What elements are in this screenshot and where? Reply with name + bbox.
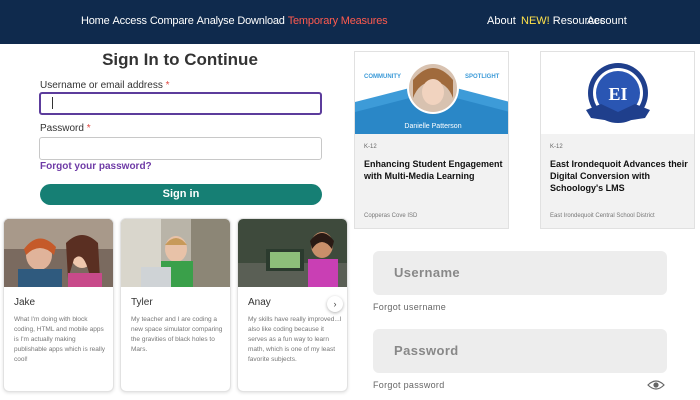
nav-account[interactable]: Account	[587, 15, 627, 27]
forgot-password-link[interactable]: Forgot your password?	[40, 161, 152, 172]
article-title[interactable]: East Irondequoit Advances their Digital …	[550, 158, 690, 194]
student-photo	[4, 219, 113, 287]
nav-access[interactable]: Access	[113, 15, 147, 27]
nav-compare[interactable]: Compare	[150, 15, 194, 27]
student-photo	[238, 219, 347, 287]
signin-title: Sign In to Continue	[102, 50, 258, 69]
testimonial-name: Anay	[248, 297, 271, 308]
password-label-text: Password	[40, 123, 84, 134]
article-title[interactable]: Enhancing Student Engagement with Multi-…	[364, 158, 504, 182]
nav-analyse[interactable]: Analyse	[197, 15, 235, 27]
required-mark: *	[86, 123, 91, 134]
testimonial-card-tyler[interactable]: Tyler My teacher and I are coding a new …	[120, 218, 231, 392]
banner-community-text: COMMUNITY	[364, 74, 401, 80]
spotlight-person-name: Danielle Patterson	[404, 123, 461, 130]
testimonial-card-jake[interactable]: Jake What I'm doing with block coding, H…	[3, 218, 114, 392]
testimonial-quote: What I'm doing with block coding, HTML a…	[14, 316, 106, 363]
article-source: Copperas Cove ISD	[364, 213, 418, 219]
article-source: East Irondequoit Central School District	[550, 213, 655, 219]
eye-icon[interactable]	[647, 379, 665, 391]
forgot-password-link-alt[interactable]: Forgot password	[373, 380, 445, 390]
article-tag: K-12	[550, 144, 563, 150]
article-card-community-spotlight[interactable]: COMMUNITY SPOTLIGHT Danielle Patterson K…	[354, 51, 509, 229]
article-card-east-irondequoit[interactable]: EI K-12 East Irondequoit Advances their …	[540, 51, 695, 229]
new-badge: NEW!	[521, 15, 550, 27]
nav-temporary-measures[interactable]: Temporary Measures	[288, 15, 388, 27]
banner-spotlight-text: SPOTLIGHT	[465, 74, 500, 80]
top-navigation-bar: Home Access Compare Analyse Download Temporar…	[0, 0, 700, 44]
logo-monogram: EI	[608, 84, 627, 104]
community-spotlight-banner: COMMUNITY SPOTLIGHT Danielle Patterson	[355, 52, 508, 134]
article-tag: K-12	[364, 144, 377, 150]
password-field[interactable]: Password	[373, 329, 667, 373]
testimonial-quote: My teacher and I are coding a new space …	[131, 316, 223, 353]
school-district-logo: EI	[541, 52, 694, 134]
text-caret	[52, 97, 53, 109]
password-label: Password *	[40, 123, 91, 134]
nav-about[interactable]: About	[487, 15, 516, 27]
username-label-text: Username or email address	[40, 80, 163, 91]
nav-home[interactable]: Home	[81, 15, 110, 27]
carousel-next-button[interactable]: ›	[327, 296, 343, 312]
forgot-username-link[interactable]: Forgot username	[373, 302, 446, 312]
testimonial-name: Tyler	[131, 297, 153, 308]
primary-nav: Home Access Compare Analyse Download Temporar…	[81, 15, 390, 27]
password-input[interactable]	[39, 137, 322, 160]
sign-in-button[interactable]: Sign in	[40, 184, 322, 205]
testimonial-name: Jake	[14, 297, 36, 308]
testimonial-quote: My skills have really improved...I also …	[248, 316, 342, 363]
student-photo	[121, 219, 230, 287]
username-input[interactable]	[39, 92, 322, 115]
required-mark: *	[165, 80, 170, 91]
chevron-right-icon: ›	[333, 299, 337, 309]
username-field[interactable]: Username	[373, 251, 667, 295]
username-label: Username or email address *	[40, 80, 170, 91]
nav-download[interactable]: Download	[237, 15, 285, 27]
